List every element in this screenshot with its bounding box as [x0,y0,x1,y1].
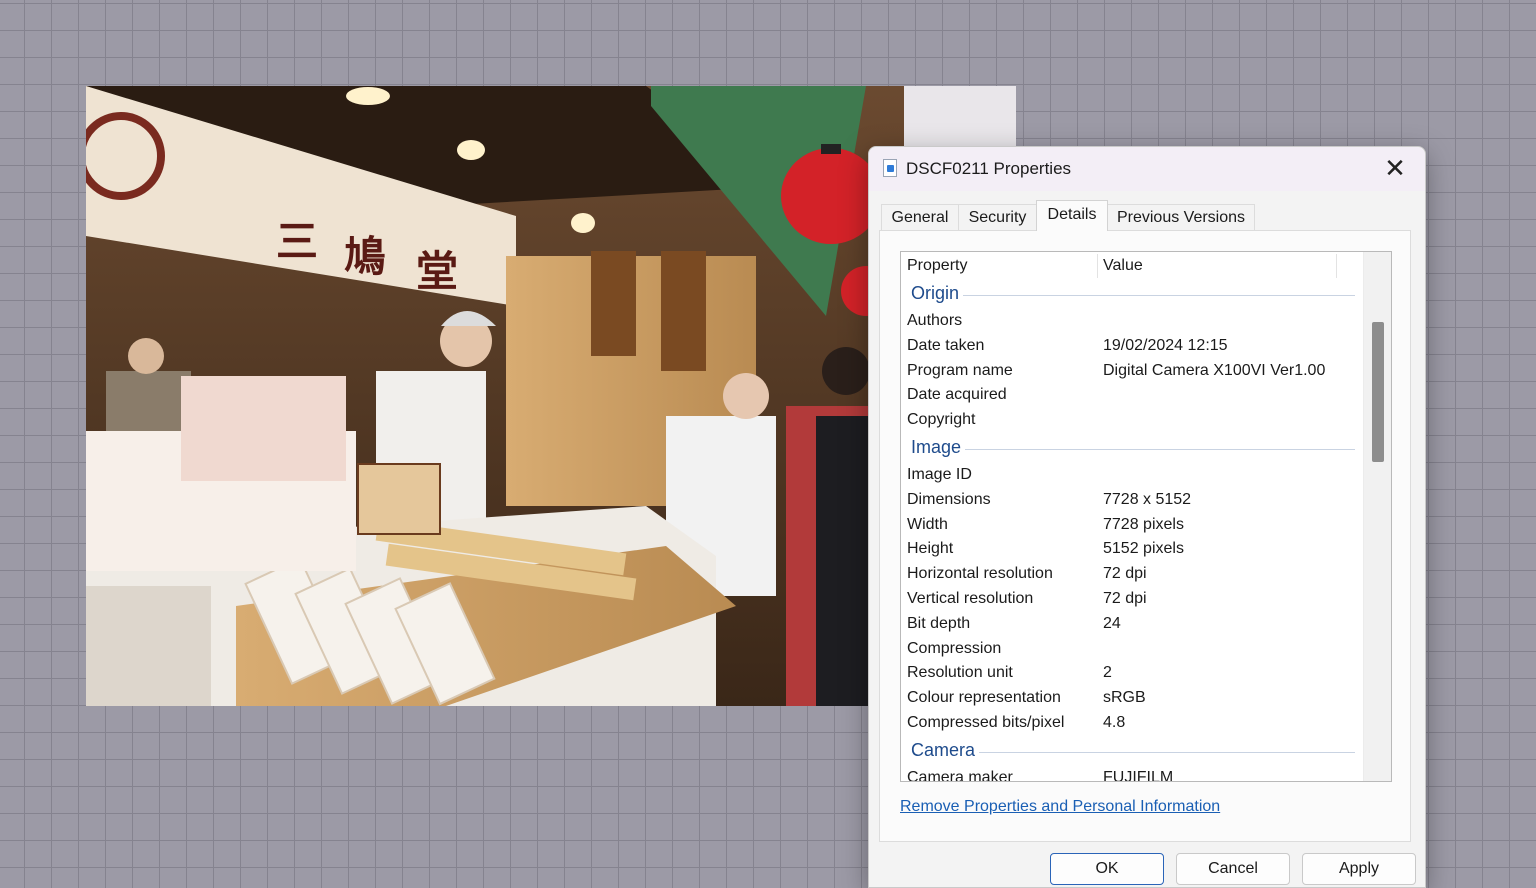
tab-general[interactable]: General [881,204,959,230]
property-value[interactable]: 7728 x 5152 [1103,491,1191,509]
group-heading-origin: Origin [901,280,1363,310]
column-divider[interactable] [1336,254,1337,278]
property-value[interactable]: 72 dpi [1103,590,1147,608]
group-heading-camera: Camera [901,737,1363,767]
property-name: Colour representation [907,689,1061,707]
properties-list[interactable]: Property Value Origin Authors Date taken… [900,251,1392,782]
column-divider[interactable] [1097,254,1098,278]
tab-details[interactable]: Details [1036,200,1108,231]
property-row[interactable]: Authors [901,310,1363,335]
property-row[interactable]: Program name Digital Camera X100VI Ver1.0… [901,360,1363,385]
property-value[interactable]: 7728 pixels [1103,516,1184,534]
property-row[interactable]: Resolution unit 2 [901,662,1363,687]
property-name: Resolution unit [907,664,1013,682]
property-value[interactable]: 2 [1103,664,1112,682]
property-name: Horizontal resolution [907,565,1053,583]
group-label: Image [911,436,966,458]
property-row[interactable]: Date acquired [901,384,1363,409]
column-header-value[interactable]: Value [1103,257,1143,275]
property-value[interactable]: 24 [1103,615,1121,633]
tab-security[interactable]: Security [958,204,1037,230]
cancel-button[interactable]: Cancel [1176,853,1290,885]
property-value[interactable]: 72 dpi [1103,565,1147,583]
property-name: Compressed bits/pixel [907,713,1065,731]
property-name: Image ID [907,465,972,483]
property-row[interactable]: Vertical resolution 72 dpi [901,588,1363,613]
group-label: Origin [911,283,964,304]
scrollbar-thumb[interactable] [1372,322,1384,462]
group-heading-image: Image [901,434,1363,464]
group-label: Camera [911,739,980,761]
property-value[interactable]: 4.8 [1103,714,1125,732]
property-row[interactable]: Width 7728 pixels [901,514,1363,539]
property-value[interactable]: 5152 pixels [1103,540,1184,558]
details-panel: Property Value Origin Authors Date taken… [879,230,1411,842]
apply-button[interactable]: Apply [1302,853,1416,885]
group-divider [911,448,1355,450]
property-name: Width [907,515,948,533]
property-value[interactable]: FUJIFILM [1103,769,1173,781]
close-icon[interactable]: ✕ [1375,153,1415,185]
property-row[interactable]: Colour representation sRGB [901,687,1363,712]
tab-previous-versions[interactable]: Previous Versions [1107,204,1255,230]
property-name: Authors [907,312,963,329]
property-value[interactable]: 19/02/2024 12:15 [1103,337,1228,355]
property-name: Dimensions [907,490,991,508]
list-header: Property Value [901,252,1363,280]
property-row[interactable]: Dimensions 7728 x 5152 [901,489,1363,514]
vertical-scrollbar[interactable] [1363,252,1391,781]
property-name: Date taken [907,336,985,354]
title-bar[interactable]: DSCF0211 Properties ✕ [869,147,1425,191]
property-name: Vertical resolution [907,589,1034,607]
property-name: Copyright [907,411,976,429]
property-name: Bit depth [907,614,971,632]
property-value[interactable]: sRGB [1103,689,1146,707]
column-header-property[interactable]: Property [907,257,967,275]
remove-properties-link[interactable]: Remove Properties and Personal Informati… [900,798,1220,816]
property-name: Program name [907,361,1013,379]
property-rows: Origin Authors Date taken 19/02/2024 12:1… [901,280,1363,782]
dialog-title: DSCF0211 Properties [906,159,1072,178]
svg-text:鳩: 鳩 [344,232,386,281]
group-divider [911,295,1355,296]
property-row[interactable]: Horizontal resolution 72 dpi [901,563,1363,588]
property-name: Compression [907,639,1002,657]
property-name: Height [907,540,954,558]
property-value[interactable]: Digital Camera X100VI Ver1.00 [1103,362,1325,380]
property-row[interactable]: Height 5152 pixels [901,538,1363,563]
property-name: Date acquired [907,386,1007,404]
ok-button[interactable]: OK [1050,853,1164,885]
property-row[interactable]: Camera maker FUJIFILM [901,767,1363,782]
image-file-icon [883,159,897,177]
svg-text:堂: 堂 [416,247,458,296]
property-row[interactable]: Bit depth 24 [901,613,1363,638]
svg-text:三: 三 [276,217,318,266]
property-row[interactable]: Date taken 19/02/2024 12:15 [901,335,1363,360]
property-name: Camera maker [907,768,1013,782]
property-row[interactable]: Compressed bits/pixel 4.8 [901,712,1363,737]
property-row[interactable]: Copyright [901,409,1363,434]
properties-dialog: DSCF0211 Properties ✕ General Security D… [868,146,1426,888]
property-row[interactable]: Image ID [901,464,1363,489]
property-row[interactable]: Compression [901,638,1363,663]
tab-bar: General Security Details Previous Versio… [881,200,1413,231]
